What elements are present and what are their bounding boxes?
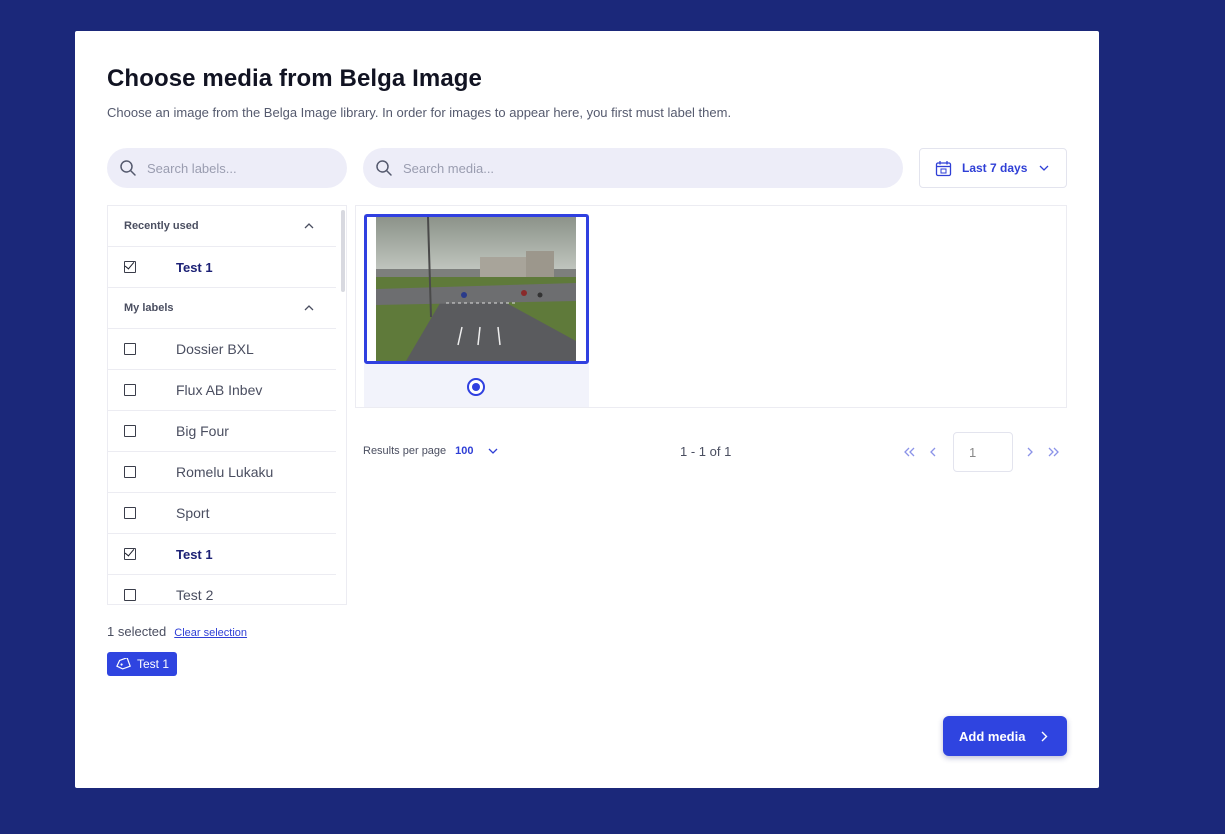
first-page-icon[interactable] xyxy=(904,447,916,457)
media-card[interactable] xyxy=(364,214,589,407)
results-per-page[interactable]: Results per page 100 xyxy=(363,445,498,457)
chevron-right-icon xyxy=(1041,731,1048,741)
pagination-bar: Results per page 100 1 - 1 of 1 1 xyxy=(363,432,1067,472)
date-filter-dropdown[interactable]: Last 7 days xyxy=(919,148,1067,188)
results-per-page-value: 100 xyxy=(455,445,474,457)
labels-scrollbar[interactable] xyxy=(341,210,345,292)
add-media-button[interactable]: Add media xyxy=(943,716,1067,756)
labels-panel: Recently used Test 1 My labels Dossier B… xyxy=(107,205,347,605)
calendar-icon xyxy=(935,160,952,176)
chevron-up-icon xyxy=(304,223,314,229)
label-row-sport[interactable]: Sport xyxy=(108,493,336,534)
search-media-field[interactable] xyxy=(363,148,903,188)
checkbox-checked[interactable] xyxy=(124,261,136,273)
checkbox[interactable] xyxy=(124,589,136,601)
label-text: Test 2 xyxy=(176,587,214,603)
search-icon xyxy=(120,160,136,176)
chip-label: Test 1 xyxy=(137,657,170,671)
label-text: Dossier BXL xyxy=(176,341,254,357)
page-number-input[interactable]: 1 xyxy=(953,432,1013,472)
tag-icon xyxy=(116,658,131,670)
last-page-icon[interactable] xyxy=(1048,447,1060,457)
label-row-dossier-bxl[interactable]: Dossier BXL xyxy=(108,329,336,370)
results-range: 1 - 1 of 1 xyxy=(680,444,732,459)
road-photo-image xyxy=(376,217,576,361)
label-text: Romelu Lukaku xyxy=(176,464,274,480)
chevron-down-icon xyxy=(488,448,497,454)
recently-used-title: Recently used xyxy=(124,220,199,232)
label-row-big-four[interactable]: Big Four xyxy=(108,411,336,452)
clear-selection-link[interactable]: Clear selection xyxy=(174,627,247,639)
label-text: Test 1 xyxy=(176,259,213,275)
checkbox[interactable] xyxy=(124,343,136,355)
label-row-romelu-lukaku[interactable]: Romelu Lukaku xyxy=(108,452,336,493)
checkbox[interactable] xyxy=(124,466,136,478)
recently-used-header[interactable]: Recently used xyxy=(108,206,336,247)
chevron-up-icon xyxy=(304,305,314,311)
label-text: Sport xyxy=(176,505,210,521)
prev-page-icon[interactable] xyxy=(930,447,937,457)
modal-subtitle: Choose an image from the Belga Image lib… xyxy=(107,105,732,120)
selection-summary: 1 selected Clear selection xyxy=(107,624,247,639)
checkbox[interactable] xyxy=(124,425,136,437)
label-row-test-1[interactable]: Test 1 xyxy=(108,534,336,575)
date-filter-label: Last 7 days xyxy=(962,161,1028,175)
next-page-icon[interactable] xyxy=(1027,447,1034,457)
selected-label-chip[interactable]: Test 1 xyxy=(107,652,178,676)
search-media-input[interactable] xyxy=(403,160,826,176)
search-icon xyxy=(376,160,392,176)
label-text: Test 1 xyxy=(176,546,213,562)
checkbox[interactable] xyxy=(124,507,136,519)
my-labels-title: My labels xyxy=(124,302,174,314)
my-labels-header[interactable]: My labels xyxy=(108,288,336,329)
chevron-down-icon xyxy=(1039,165,1049,171)
media-select-radio[interactable] xyxy=(467,378,485,396)
add-media-label: Add media xyxy=(959,728,1026,744)
labels-list: Recently used Test 1 My labels Dossier B… xyxy=(108,206,336,604)
label-row-flux-ab-inbev[interactable]: Flux AB Inbev xyxy=(108,370,336,411)
selected-count: 1 selected xyxy=(107,624,167,639)
search-labels-field[interactable] xyxy=(107,148,347,188)
label-text: Big Four xyxy=(176,423,229,439)
media-grid xyxy=(355,205,1067,408)
search-labels-input[interactable] xyxy=(147,160,330,176)
checkbox[interactable] xyxy=(124,384,136,396)
label-row-recent-test-1[interactable]: Test 1 xyxy=(108,247,336,288)
results-per-page-label: Results per page xyxy=(363,445,447,457)
media-thumbnail[interactable] xyxy=(364,214,589,364)
checkbox-checked[interactable] xyxy=(124,548,136,560)
modal-title: Choose media from Belga Image xyxy=(107,65,482,92)
label-text: Flux AB Inbev xyxy=(176,382,263,398)
label-row-test-2[interactable]: Test 2 xyxy=(108,575,336,604)
choose-media-modal: Choose media from Belga Image Choose an … xyxy=(75,31,1099,788)
